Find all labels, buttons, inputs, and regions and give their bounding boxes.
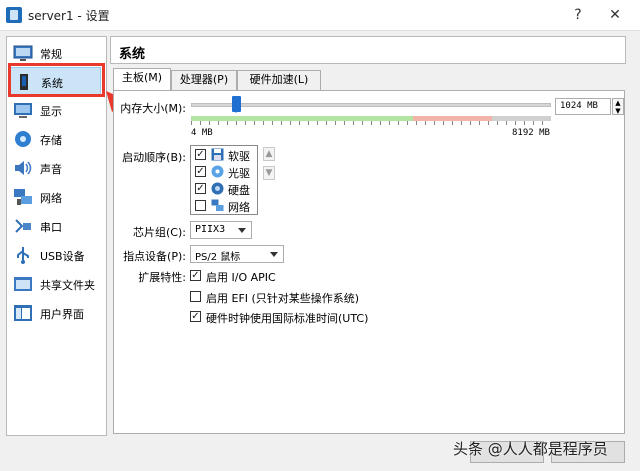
section-header: 系统 <box>110 36 626 64</box>
sidebar-item-label: 声音 <box>40 163 62 176</box>
chevron-down-icon <box>270 252 278 257</box>
chipset-select[interactable]: PIIX3 <box>190 221 252 239</box>
extended-features-label: 扩展特性: <box>138 271 186 284</box>
memory-value: 1024 MB <box>560 101 598 111</box>
storage-icon <box>15 131 31 147</box>
pointing-device-label: 指点设备(P): <box>123 250 186 263</box>
efi-label: 启用 EFI (只针对某些操作系统) <box>206 292 360 305</box>
sidebar-item-audio[interactable]: 声音 <box>9 154 101 182</box>
memory-slider[interactable] <box>191 103 551 107</box>
ioapic-checkbox[interactable]: ✓ <box>190 270 201 281</box>
usb-icon <box>17 247 29 264</box>
stepper-up-icon[interactable]: ▲ <box>613 99 623 107</box>
tab-processor[interactable]: 处理器(P) <box>171 70 237 90</box>
sidebar-item-label: 串口 <box>40 221 62 234</box>
efi-checkbox[interactable] <box>190 291 201 302</box>
network-boot-icon <box>211 199 224 211</box>
sidebar-item-storage[interactable]: 存储 <box>9 125 101 153</box>
boot-item-label: 光驱 <box>228 167 250 180</box>
list-item[interactable]: 网络 <box>193 198 255 214</box>
pointing-device-value: PS/2 鼠标 <box>195 252 241 263</box>
tab-acceleration[interactable]: 硬件加速(L) <box>237 70 321 90</box>
memory-slider-thumb[interactable] <box>232 96 241 113</box>
help-button[interactable]: ? <box>566 3 590 27</box>
window-title: server1 - 设置 <box>28 9 110 23</box>
memory-input[interactable]: 1024 MB <box>555 98 611 115</box>
memory-label: 内存大小(M): <box>120 102 186 115</box>
memory-min-label: 4 MB <box>191 128 213 138</box>
hard-disk-icon <box>211 182 224 195</box>
chipset-value: PIIX3 <box>195 224 226 235</box>
boot-item-label: 硬盘 <box>228 184 250 197</box>
boot-move-up-button[interactable]: ▲ <box>263 147 275 161</box>
utc-checkbox[interactable]: ✓ <box>190 311 201 322</box>
boot-hard-disk-checkbox[interactable]: ✓ <box>195 183 206 194</box>
chevron-down-icon <box>238 228 246 233</box>
memory-slider-ticks <box>191 121 551 125</box>
boot-order-list[interactable]: ✓ 软驱 ✓ 光驱 ✓ 硬盘 网络 <box>190 145 258 215</box>
virtualbox-app-icon <box>6 7 22 23</box>
watermark-text: 头条 @人人都是程序员 <box>453 440 608 458</box>
display-icon <box>14 103 32 118</box>
boot-network-checkbox[interactable] <box>195 200 206 211</box>
boot-floppy-checkbox[interactable]: ✓ <box>195 149 206 160</box>
sidebar-item-label: 常规 <box>40 48 62 61</box>
tab-motherboard[interactable]: 主板(M) <box>113 68 171 91</box>
list-item[interactable]: ✓ 软驱 <box>193 147 255 163</box>
utc-option[interactable]: ✓ 硬件时钟使用国际标准时间(UTC) <box>190 309 490 325</box>
title-bar: server1 - 设置 ? ✕ <box>0 0 640 31</box>
floppy-icon <box>211 148 224 161</box>
optical-drive-icon <box>211 165 224 178</box>
sidebar-item-label: 网络 <box>40 192 62 205</box>
section-title: 系统 <box>119 47 146 62</box>
sidebar-item-user-interface[interactable]: 用户界面 <box>9 299 101 327</box>
boot-item-label: 软驱 <box>228 150 250 163</box>
close-button[interactable]: ✕ <box>603 3 627 27</box>
audio-icon <box>15 161 32 175</box>
boot-move-down-button[interactable]: ▼ <box>263 166 275 180</box>
boot-item-label: 网络 <box>228 201 250 214</box>
sidebar-item-label: 用户界面 <box>40 308 84 321</box>
sidebar-item-label: USB设备 <box>40 250 85 263</box>
sidebar-item-shared-folders[interactable]: 共享文件夹 <box>9 270 101 298</box>
ioapic-option[interactable]: ✓ 启用 I/O APIC <box>190 268 490 284</box>
boot-order-label: 启动顺序(B): <box>122 151 186 164</box>
efi-option[interactable]: 启用 EFI (只针对某些操作系统) <box>190 289 490 305</box>
sidebar-item-label: 共享文件夹 <box>40 279 95 292</box>
memory-stepper[interactable]: ▲ ▼ <box>612 98 624 115</box>
shared-folder-icon <box>14 277 32 291</box>
sidebar-item-display[interactable]: 显示 <box>9 96 101 124</box>
network-icon <box>14 189 32 205</box>
stepper-down-icon[interactable]: ▼ <box>613 107 623 115</box>
sidebar-item-serial-port[interactable]: 串口 <box>9 212 101 240</box>
utc-label: 硬件时钟使用国际标准时间(UTC) <box>206 312 369 325</box>
user-interface-icon <box>14 305 32 321</box>
serial-port-icon <box>15 219 31 233</box>
general-icon <box>13 45 33 61</box>
list-item[interactable]: ✓ 光驱 <box>193 164 255 180</box>
sidebar-item-usb[interactable]: USB设备 <box>9 241 101 269</box>
list-item[interactable]: ✓ 硬盘 <box>193 181 255 197</box>
pointing-device-select[interactable]: PS/2 鼠标 <box>190 245 284 263</box>
boot-optical-checkbox[interactable]: ✓ <box>195 166 206 177</box>
annotation-highlight-box <box>8 63 105 97</box>
sidebar-item-label: 存储 <box>40 134 62 147</box>
sidebar-item-network[interactable]: 网络 <box>9 183 101 211</box>
memory-max-label: 8192 MB <box>512 128 550 138</box>
sidebar-item-label: 显示 <box>40 105 62 118</box>
ioapic-label: 启用 I/O APIC <box>206 271 276 284</box>
chipset-label: 芯片组(C): <box>133 226 186 239</box>
